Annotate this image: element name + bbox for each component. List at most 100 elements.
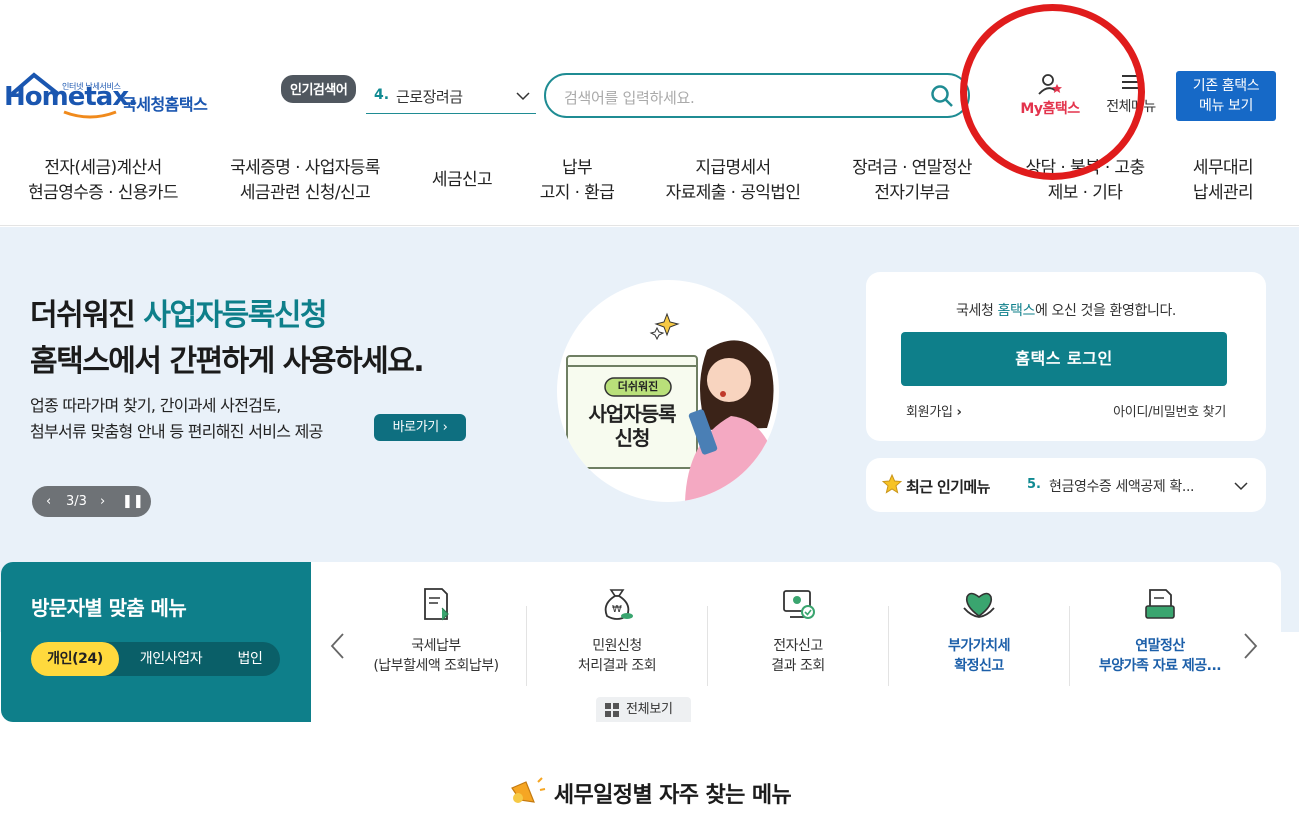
pause-icon[interactable]: ❚❚: [122, 486, 144, 517]
welcome-highlight: 홈택스: [997, 303, 1036, 319]
chevron-left-icon[interactable]: [329, 632, 345, 660]
quick-menu-panel: 국세납부 (납부할세액 조회납부) ₩ 민원신청처리결과 조회 전자신고결과 조회…: [311, 562, 1281, 722]
next-slide-icon[interactable]: ›: [100, 486, 105, 517]
all-view-label: 전체보기: [626, 702, 673, 717]
chevron-down-icon: [1234, 482, 1248, 491]
quick-label-line2: (납부할세액 조회납부): [373, 658, 499, 674]
all-menu-button[interactable]: 전체메뉴: [1098, 72, 1164, 122]
quick-item-tax-payment[interactable]: 국세납부 (납부할세액 조회납부): [346, 586, 526, 676]
gnb-item-certificates[interactable]: 국세증명 · 사업자등록세금관련 신청/신고: [222, 156, 388, 206]
year-end-icon: [1145, 589, 1175, 619]
hero-illustration: 더쉬워진 사업자등록 신청: [557, 280, 779, 502]
search-input[interactable]: 검색어를 입력하세요.: [564, 87, 695, 108]
visitor-menu-title: 방문자별 맞춤 메뉴: [31, 596, 187, 620]
quick-label: 전자신고결과 조회: [708, 636, 888, 676]
vat-heart-icon: [963, 592, 995, 618]
join-link[interactable]: 회원가입 ›: [906, 401, 962, 420]
prev-slide-icon[interactable]: ‹: [46, 486, 51, 517]
hero-title-prefix: 더쉬워진: [30, 298, 144, 333]
gnb-line: 장려금 · 연말정산: [852, 158, 972, 178]
illus-title-line2: 신청: [614, 426, 651, 450]
join-label: 회원가입: [906, 405, 953, 420]
tab-individual[interactable]: 개인(24): [31, 642, 119, 676]
search-box[interactable]: 검색어를 입력하세요.: [544, 73, 970, 118]
gnb-item-consultation[interactable]: 상담 · 불복 · 고충 제보 · 기타: [1018, 156, 1152, 206]
gnb-line: 제보 · 기타: [1047, 183, 1123, 203]
quick-item-civil-petition[interactable]: ₩ 민원신청처리결과 조회: [527, 586, 707, 676]
gnb-line: 세금신고: [431, 170, 493, 190]
visitor-custom-menu: 방문자별 맞춤 메뉴 개인(24) 개인사업자 법인: [1, 562, 311, 722]
welcome-text: 국세청 홈택스에 오신 것을 환영합니다.: [866, 300, 1266, 320]
logo-wordmark: Hometax.: [4, 82, 138, 112]
visitor-tabs: 개인(24) 개인사업자 법인: [31, 642, 280, 676]
my-hometax-button[interactable]: My홈택스: [1012, 72, 1088, 122]
popular-rank: 4.: [374, 87, 390, 103]
tax-payment-icon: [424, 588, 449, 621]
gnb-line: 세금관련 신청/신고: [239, 183, 371, 203]
hometax-logo[interactable]: 인터넷 납세서비스 Hometax. 국세청홈택스: [4, 72, 224, 122]
quick-item-vat[interactable]: 부가가치세 확정신고: [889, 586, 1069, 676]
recent-popular-menu[interactable]: 최근 인기메뉴 5. 현금영수증 세액공제 확...: [866, 458, 1266, 512]
gnb-line: 전자(세금)계산서: [44, 158, 162, 178]
chevron-down-icon: [516, 92, 530, 101]
gnb-line: 국세증명 · 사업자등록: [230, 158, 380, 178]
all-menu-label: 전체메뉴: [1106, 99, 1156, 115]
gnb-item-payment[interactable]: 납부고지 · 환급: [530, 156, 624, 206]
gnb-line: 고지 · 환급: [539, 183, 615, 203]
quick-label: 국세납부 (납부할세액 조회납부): [346, 636, 526, 676]
hero-desc-line1: 업종 따라가며 찾기, 간이과세 사전검토,: [30, 396, 281, 415]
old-hometax-line2: 메뉴 보기: [1199, 98, 1253, 114]
gnb-item-payment-statement[interactable]: 지급명세서자료제출 · 공익법인: [658, 156, 808, 206]
gnb-item-tax-report[interactable]: 세금신고: [418, 168, 506, 193]
old-hometax-line1: 기존 홈택스: [1192, 78, 1260, 94]
gnb-line: 현금영수증 · 신용카드: [28, 183, 178, 203]
quick-item-year-end[interactable]: 연말정산 부양가족 자료 제공...: [1070, 586, 1250, 676]
illus-badge: 더쉬워진: [617, 380, 659, 393]
quick-label-line2: 처리결과 조회: [577, 658, 657, 674]
quick-label: 부가가치세 확정신고: [889, 636, 1069, 676]
money-bag-icon: ₩: [604, 589, 633, 620]
popular-keyword: 근로장려금: [396, 88, 463, 106]
quick-label: 민원신청처리결과 조회: [527, 636, 707, 676]
find-id-password-link[interactable]: 아이디/비밀번호 찾기: [1113, 401, 1226, 420]
star-icon: [882, 474, 902, 494]
go-button-label: 바로가기: [392, 420, 440, 435]
chevron-right-icon[interactable]: [1243, 632, 1259, 660]
hero-title-highlight: 사업자등록신청: [143, 298, 327, 333]
user-star-icon: [1038, 74, 1062, 95]
gnb-line: 납부: [561, 158, 593, 178]
popular-search-badge: 인기검색어: [281, 75, 357, 103]
my-hometax-label: My홈택스: [1020, 101, 1080, 117]
gnb-item-tax-agent[interactable]: 세무대리 납세관리: [1184, 156, 1262, 206]
grid-icon: [605, 703, 619, 717]
gnb-item-e-invoice[interactable]: 전자(세금)계산서현금영수증 · 신용카드: [24, 156, 182, 206]
megaphone-icon: [510, 777, 546, 803]
quick-label-line1: 민원신청: [592, 638, 642, 654]
quick-label-line1: 전자신고: [773, 638, 823, 654]
login-card: 국세청 홈택스에 오신 것을 환영합니다. 홈택스 로그인 회원가입 › 아이디…: [866, 272, 1266, 441]
banner-pager: ‹ 3/3 › ❚❚: [32, 486, 151, 517]
schedule-title-text: 세무일정별 자주 찾는 메뉴: [553, 783, 792, 808]
e-filing-icon: [783, 590, 815, 619]
hero-go-button[interactable]: 바로가기 ›: [374, 414, 466, 441]
tab-sole-proprietor[interactable]: 개인사업자: [123, 642, 219, 676]
old-hometax-menu-button[interactable]: 기존 홈택스 메뉴 보기: [1176, 71, 1276, 121]
gnb-line: 자료제출 · 공익법인: [665, 183, 801, 203]
quick-label-line1: 국세납부: [411, 638, 461, 654]
global-navigation: 전자(세금)계산서현금영수증 · 신용카드 국세증명 · 사업자등록세금관련 신…: [0, 150, 1299, 226]
quick-item-e-filing[interactable]: 전자신고결과 조회: [708, 586, 888, 676]
popular-search-select[interactable]: 4. 근로장려금: [366, 80, 536, 114]
search-icon[interactable]: [930, 84, 954, 108]
gnb-item-incentive[interactable]: 장려금 · 연말정산 전자기부금: [844, 156, 980, 206]
recent-menu-label: 최근 인기메뉴: [906, 478, 990, 496]
gnb-line: 지급명세서: [695, 158, 771, 178]
recent-menu-item: 현금영수증 세액공제 확...: [1049, 479, 1195, 495]
tab-corporation[interactable]: 법인: [225, 642, 275, 676]
gnb-line: 세무대리: [1192, 158, 1254, 178]
quick-label-line2: 결과 조회: [771, 658, 825, 674]
quick-label-line1: 연말정산: [1135, 638, 1185, 654]
pager-count: 3/3: [66, 494, 87, 509]
all-view-button[interactable]: 전체보기: [596, 697, 691, 722]
login-button[interactable]: 홈택스 로그인: [901, 332, 1227, 386]
illus-title-line1: 사업자등록: [588, 402, 677, 426]
